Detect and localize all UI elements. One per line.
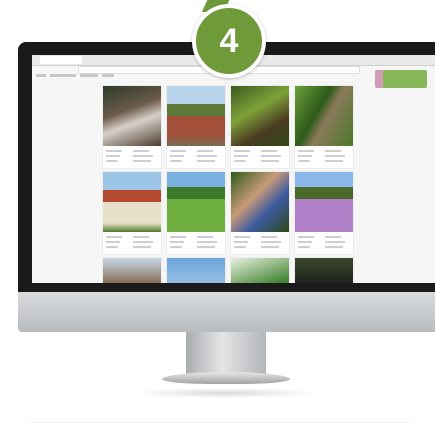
green-meadow-photo — [167, 172, 225, 232]
photo-card[interactable] — [166, 171, 226, 255]
tower-figures-photo — [103, 258, 161, 283]
castle-model-photo — [103, 86, 161, 146]
card-meta — [167, 232, 225, 254]
card-meta — [103, 146, 161, 168]
photo-card[interactable] — [294, 85, 354, 169]
flower-field-photo — [295, 172, 353, 232]
photo-card[interactable] — [294, 257, 354, 283]
card-meta — [103, 232, 161, 254]
step-number: 4 — [219, 21, 239, 60]
card-meta — [167, 146, 225, 168]
card-meta — [231, 232, 289, 254]
site-logo[interactable] — [375, 70, 427, 88]
display-device-photo — [295, 258, 353, 283]
monitor-chin — [18, 292, 435, 332]
man-with-magnifier-photo — [231, 172, 289, 232]
stand-shadow — [130, 388, 320, 398]
sky-photo — [167, 258, 225, 283]
photo-card[interactable] — [166, 85, 226, 169]
step-badge: 4 — [192, 4, 266, 78]
nav-item[interactable] — [50, 74, 76, 77]
photo-card[interactable] — [102, 171, 162, 255]
nav-item[interactable] — [80, 74, 98, 77]
photo-card[interactable] — [230, 171, 290, 255]
monitor-base — [162, 372, 290, 384]
photo-card[interactable] — [230, 257, 290, 283]
forest-person-photo — [231, 86, 289, 146]
card-meta — [295, 232, 353, 254]
photo-card[interactable] — [102, 85, 162, 169]
photo-card[interactable] — [166, 257, 226, 283]
town-aerial-photo — [167, 86, 225, 146]
photo-card[interactable] — [294, 171, 354, 255]
monitor-screen — [32, 55, 435, 283]
card-meta — [231, 146, 289, 168]
half-timbered-house-photo — [103, 172, 161, 232]
browser-tab[interactable] — [40, 56, 82, 64]
photo-card[interactable] — [102, 257, 162, 283]
nav-item[interactable] — [36, 74, 46, 77]
palm-leaves-photo — [231, 258, 289, 283]
forest-trees-photo — [295, 86, 353, 146]
nav-item[interactable] — [102, 74, 114, 77]
card-meta — [295, 146, 353, 168]
divider — [30, 422, 410, 423]
photo-card[interactable] — [230, 85, 290, 169]
